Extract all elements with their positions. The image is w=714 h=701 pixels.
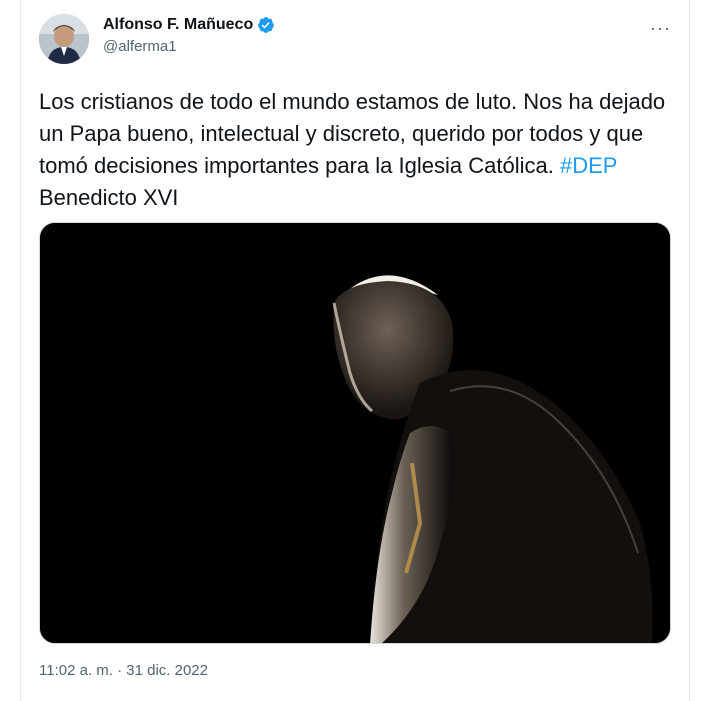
author-display-name[interactable]: Alfonso F. Mañueco — [103, 16, 253, 34]
tweet-text: Los cristianos de todo el mundo estamos … — [39, 86, 669, 214]
pope-silhouette-image — [40, 223, 670, 643]
hashtag-link[interactable]: #DEP — [560, 153, 617, 178]
avatar[interactable] — [39, 14, 89, 64]
tweet-timestamp[interactable]: 11:02 a. m. · 31 dic. 2022 — [39, 662, 208, 679]
tweet-text-tail: Benedicto XVI — [39, 185, 179, 210]
more-options-icon[interactable]: ··· — [650, 18, 671, 39]
tweet-header: Alfonso F. Mañueco @alferma1 ··· — [39, 14, 671, 66]
name-row: Alfonso F. Mañueco — [103, 16, 275, 34]
avatar-image — [39, 14, 89, 64]
tweet-card: Alfonso F. Mañueco @alferma1 ··· Los cri… — [20, 0, 690, 701]
author-block: Alfonso F. Mañueco @alferma1 — [103, 16, 275, 55]
verified-badge-icon — [257, 16, 275, 34]
tweet-media-photo[interactable] — [39, 222, 671, 644]
author-handle[interactable]: @alferma1 — [103, 38, 275, 55]
